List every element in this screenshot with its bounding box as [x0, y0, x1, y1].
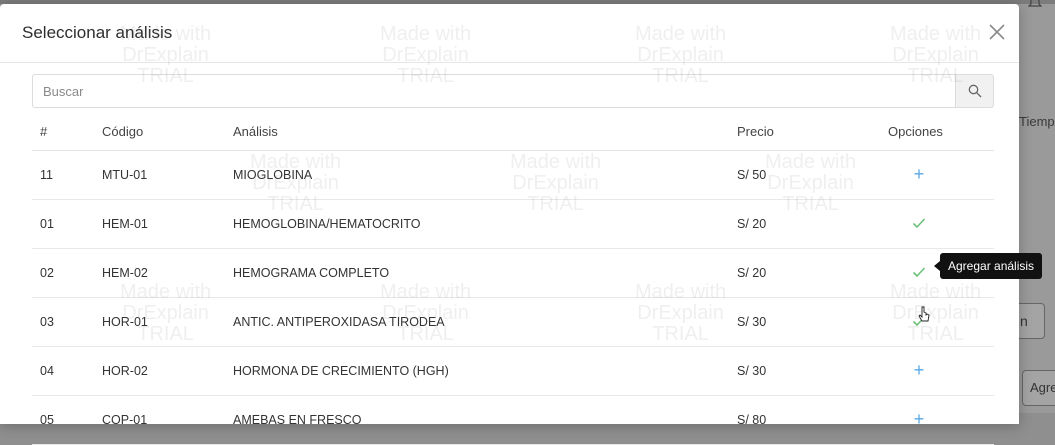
- table-row: 01 HEM-01 HEMOGLOBINA/HEMATOCRITO S/ 20: [32, 200, 994, 249]
- close-icon: [989, 24, 1005, 40]
- row-code: HEM-02: [102, 266, 148, 280]
- row-code: HOR-02: [102, 364, 148, 378]
- mouse-cursor-icon: [918, 306, 930, 322]
- search-icon: [968, 84, 981, 98]
- table-row: 04 HOR-02 HORMONA DE CRECIMIENTO (HGH) S/ 3…: [32, 347, 994, 396]
- close-button[interactable]: [986, 21, 1008, 43]
- background-button-label: n: [1020, 313, 1028, 329]
- row-code: HOR-01: [102, 315, 148, 329]
- header-analysis: Análisis: [233, 124, 278, 139]
- add-analysis-button[interactable]: +: [910, 165, 928, 183]
- row-number: 05: [40, 413, 54, 427]
- modal-title: Seleccionar análisis: [22, 23, 173, 42]
- plus-icon: +: [913, 164, 925, 184]
- search-input[interactable]: [32, 74, 956, 108]
- selected-analysis-button[interactable]: [910, 214, 928, 232]
- row-number: 01: [40, 217, 54, 231]
- add-analysis-tooltip: Agregar análisis: [933, 253, 1043, 279]
- row-code: COP-01: [102, 413, 148, 427]
- plus-icon: +: [913, 360, 925, 380]
- row-price: S/ 20: [737, 217, 767, 231]
- row-price: S/ 20: [737, 266, 767, 280]
- select-analysis-modal: Seleccionar análisis # Código Análisis P…: [0, 4, 1019, 445]
- header-options: Opciones: [888, 124, 943, 139]
- table-header: # Código Análisis Precio Opciones: [32, 112, 994, 151]
- row-price: S/ 30: [737, 315, 767, 329]
- row-code: HEM-01: [102, 217, 148, 231]
- row-number: 11: [40, 168, 53, 182]
- add-analysis-button[interactable]: +: [910, 361, 928, 379]
- row-analysis-name: AMEBAS EN FRESCO: [233, 413, 362, 427]
- row-analysis-name: HEMOGLOBINA/HEMATOCRITO: [233, 217, 421, 231]
- table-row: 03 HOR-01 ANTIC. ANTIPEROXIDASA TIRODEA S/ …: [32, 298, 994, 347]
- row-code: MTU-01: [102, 168, 148, 182]
- selected-analysis-button[interactable]: [910, 263, 928, 281]
- row-price: S/ 30: [737, 364, 767, 378]
- row-number: 02: [40, 266, 54, 280]
- search-group: [32, 74, 994, 108]
- row-analysis-name: HEMOGRAMA COMPLETO: [233, 266, 390, 280]
- row-analysis-name: ANTIC. ANTIPEROXIDASA TIRODEA: [233, 315, 445, 329]
- modal-header: Seleccionar análisis: [0, 4, 1019, 63]
- row-number: 03: [40, 315, 54, 329]
- check-icon: [912, 218, 926, 229]
- row-price: S/ 50: [737, 168, 767, 182]
- background-button-2: Agre: [1022, 370, 1055, 406]
- analysis-table: # Código Análisis Precio Opciones 11 MTU-…: [32, 112, 994, 445]
- row-number: 04: [40, 364, 54, 378]
- table-row: 11 MTU-01 MIOGLOBINA S/ 50 +: [32, 151, 994, 200]
- header-price: Precio: [737, 124, 774, 139]
- search-button[interactable]: [956, 74, 994, 108]
- background-button-2-label: Agre: [1030, 380, 1055, 395]
- row-price: S/ 80: [737, 413, 767, 427]
- table-row: 05 COP-01 AMEBAS EN FRESCO S/ 80 +: [32, 396, 994, 445]
- header-number: #: [40, 124, 48, 139]
- header-code: Código: [102, 124, 144, 139]
- background-column-label: Tiemp: [1019, 114, 1055, 129]
- table-row: 02 HEM-02 HEMOGRAMA COMPLETO S/ 20: [32, 249, 994, 298]
- check-icon: [912, 267, 926, 278]
- row-analysis-name: MIOGLOBINA: [233, 168, 313, 182]
- bell-icon: [1028, 0, 1042, 7]
- row-analysis-name: HORMONA DE CRECIMIENTO (HGH): [233, 364, 449, 378]
